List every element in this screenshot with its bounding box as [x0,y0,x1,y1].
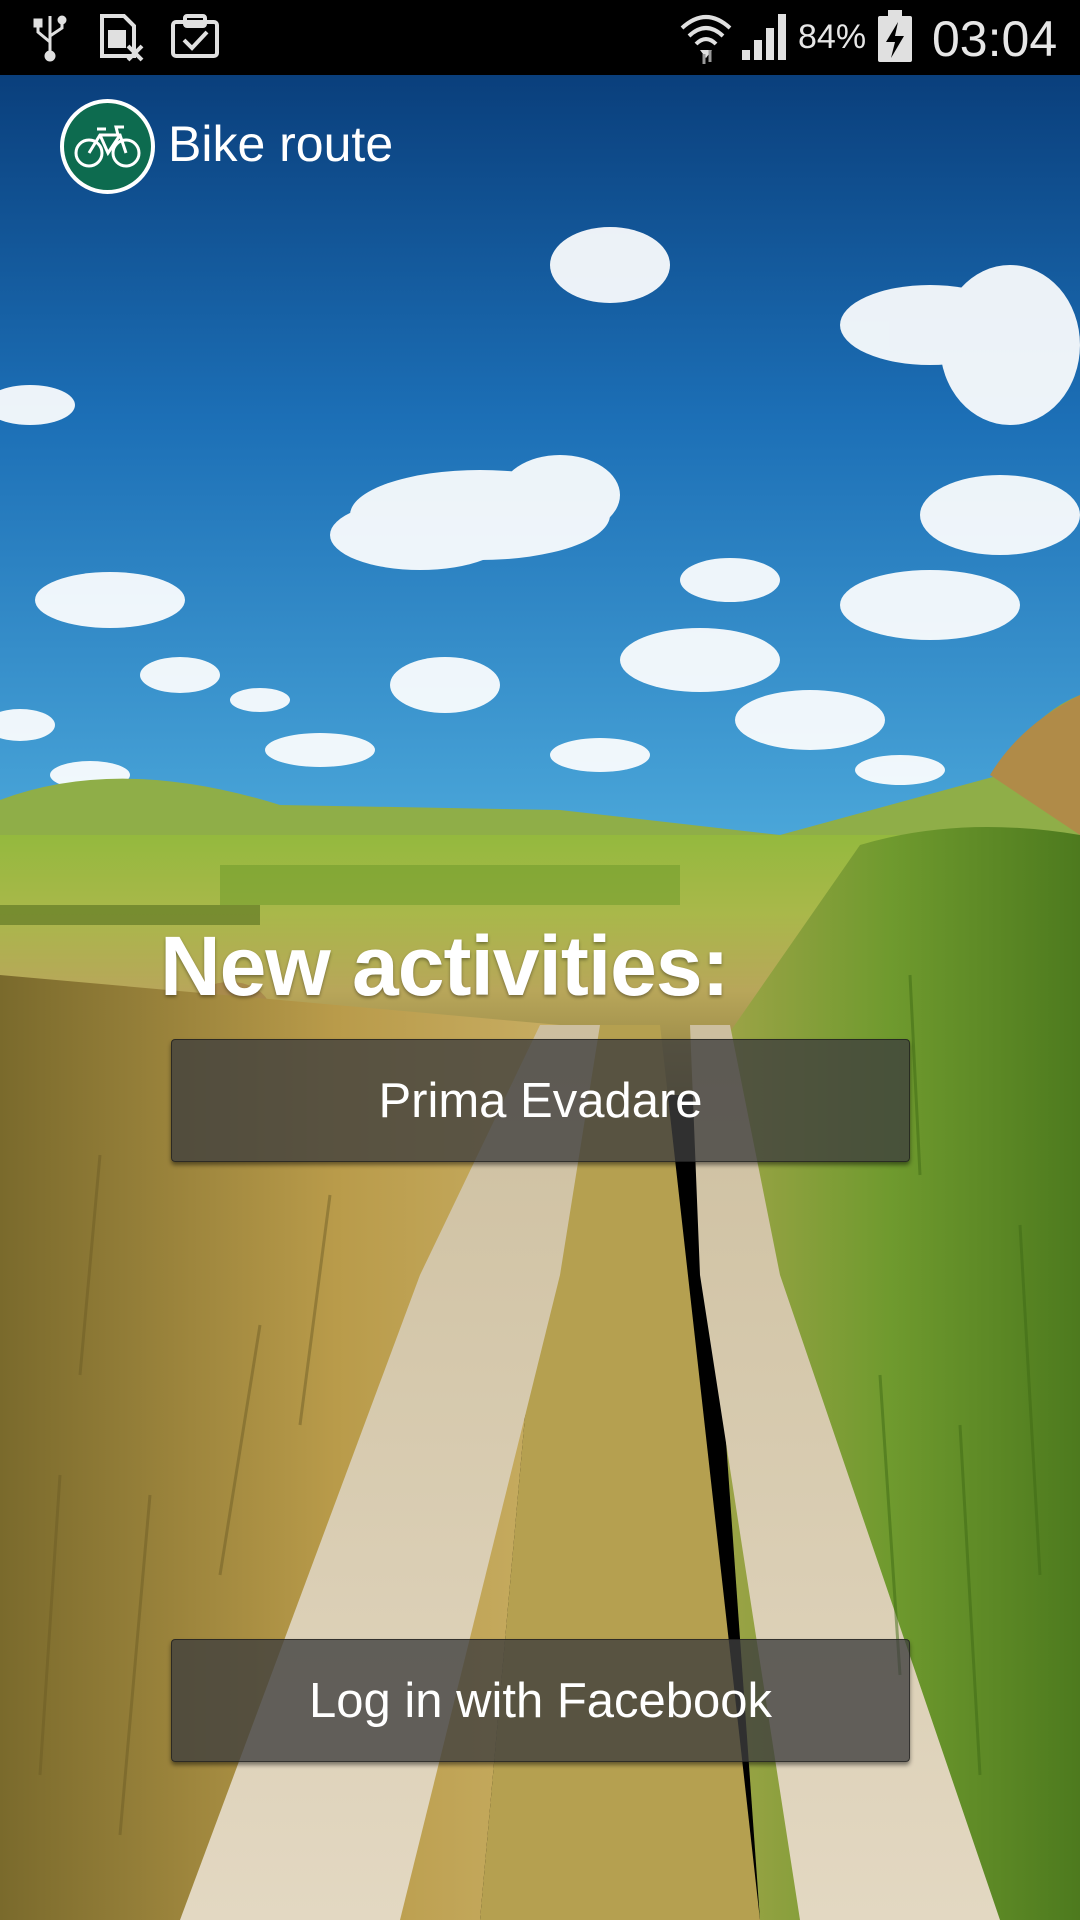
usb-icon [33,15,67,62]
wifi-icon [680,15,732,64]
battery-charging-icon [878,10,912,62]
facebook-login-label: Log in with Facebook [308,1673,773,1728]
app-title: Bike route [168,116,394,172]
activity-button-label: Prima Evadare [378,1073,703,1128]
bicycle-icon [74,125,141,168]
clipboard-check-icon [171,14,219,58]
screen: 84% 03:04 Bike route New activities: Pri… [0,0,1080,1920]
status-bar: 84% 03:04 [0,0,1080,75]
signal-icon [742,14,786,60]
clock-time: 03:04 [932,11,1058,67]
app-logo[interactable] [60,99,155,194]
activity-button-prima-evadare[interactable]: Prima Evadare [171,1039,910,1162]
battery-percent-text: 84% [798,18,867,56]
new-activities-heading: New activities: [160,919,730,1013]
facebook-login-button[interactable]: Log in with Facebook [171,1639,910,1762]
sim-card-error-icon [100,14,144,62]
